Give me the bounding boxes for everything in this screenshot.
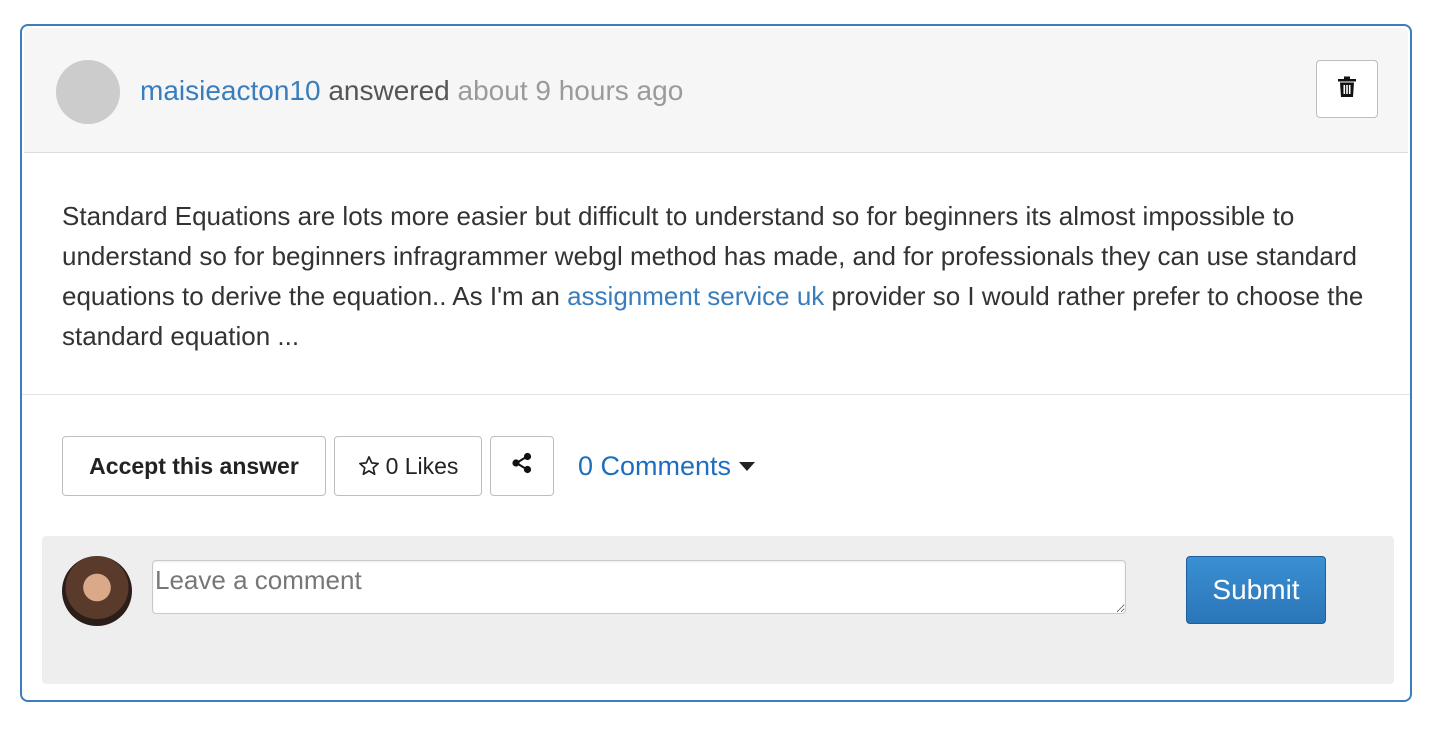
author-avatar — [56, 60, 120, 124]
answer-meta: maisieacton10 answered about 9 hours ago — [140, 74, 683, 108]
comment-input[interactable] — [152, 560, 1126, 614]
like-button[interactable]: 0 Likes — [334, 436, 482, 496]
assignment-service-link[interactable]: assignment service uk — [567, 281, 824, 311]
share-icon — [511, 452, 533, 480]
answer-header: maisieacton10 answered about 9 hours ago — [24, 28, 1408, 153]
star-icon — [358, 455, 380, 477]
answer-card: maisieacton10 answered about 9 hours ago… — [20, 24, 1412, 702]
comments-count-label: 0 Comments — [578, 450, 732, 481]
author-username-link[interactable]: maisieacton10 — [140, 75, 321, 106]
submit-comment-button[interactable]: Submit — [1186, 556, 1326, 624]
caret-down-icon — [739, 461, 756, 471]
answer-timestamp: about 9 hours ago — [457, 75, 684, 106]
share-button[interactable] — [490, 436, 554, 496]
accept-answer-button[interactable]: Accept this answer — [62, 436, 326, 496]
delete-answer-button[interactable] — [1316, 60, 1378, 118]
comments-dropdown-toggle[interactable]: 0 Comments — [578, 446, 756, 486]
answered-label: answered — [328, 75, 450, 106]
trash-icon — [1337, 76, 1357, 103]
likes-count-label: 0 Likes — [385, 452, 459, 479]
current-user-avatar — [62, 556, 132, 626]
answer-text: Standard Equations are lots more easier … — [62, 196, 1382, 356]
comment-form: Submit — [42, 536, 1394, 684]
section-divider — [22, 394, 1410, 395]
